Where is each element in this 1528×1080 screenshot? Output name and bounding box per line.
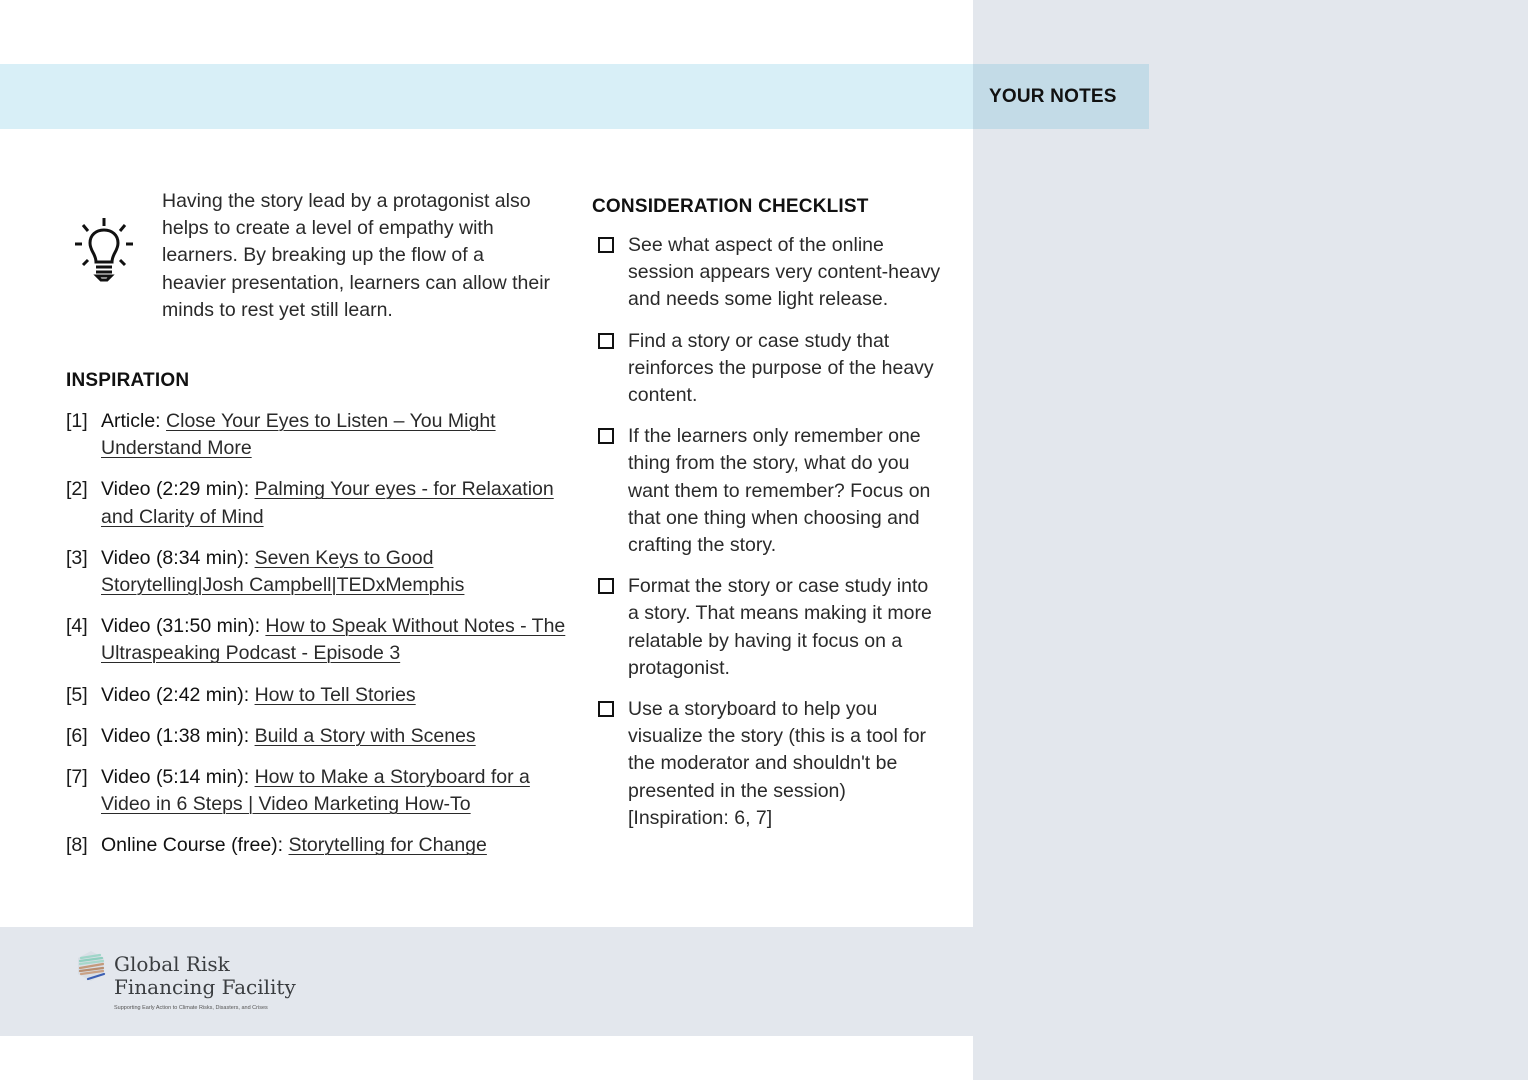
item-number: [4]: [66, 615, 88, 638]
item-number: [8]: [66, 834, 88, 857]
checkbox[interactable]: [598, 332, 614, 349]
checklist-item: Find a story or case study that reinforc…: [598, 328, 943, 410]
checklist-title: CONSIDERATION CHECKLIST: [592, 196, 869, 217]
inspiration-title: INSPIRATION: [66, 370, 190, 391]
consideration-checklist: See what aspect of the online session ap…: [598, 232, 943, 832]
checklist-item-text: Find a story or case study that reinforc…: [628, 329, 934, 407]
inspiration-item: [6] Video (1:38 min): Build a Story with…: [66, 723, 566, 750]
item-label: Video (5:14 min):: [101, 766, 250, 789]
lightbulb-icon: [75, 218, 133, 282]
logo-line-1: Global Risk: [114, 952, 230, 976]
inspiration-item: [7] Video (5:14 min): How to Make a Stor…: [66, 764, 566, 818]
inspiration-item: [2] Video (2:29 min): Palming Your eyes …: [66, 476, 566, 530]
item-label: Video (1:38 min):: [101, 724, 250, 747]
intro-text: Having the story lead by a protagonist a…: [162, 190, 551, 321]
your-notes-title: YOUR NOTES: [989, 85, 1117, 107]
checklist-item-text: Format the story or case study into a st…: [628, 575, 932, 679]
item-number: [1]: [66, 410, 88, 432]
checklist-item-text: Use a storyboard to help you visualize t…: [628, 698, 927, 829]
checklist-item: Use a storyboard to help you visualize t…: [598, 696, 943, 832]
grff-logo-icon: [78, 951, 106, 981]
item-label: Video (31:50 min):: [101, 615, 260, 638]
item-label: Video (8:34 min):: [101, 546, 250, 569]
inspiration-link[interactable]: Close Your Eyes to Listen – You Might Un…: [101, 410, 496, 459]
checkbox[interactable]: [598, 237, 614, 253]
logo-line-2: Financing Facility: [114, 975, 296, 999]
item-label: Video (2:29 min):: [101, 478, 250, 501]
item-number: [2]: [66, 478, 88, 501]
item-number: [6]: [66, 724, 88, 747]
logo-tagline: Supporting Early Action to Climate Risks…: [114, 1005, 268, 1011]
your-notes-tab: YOUR NOTES: [973, 64, 1149, 129]
checkbox[interactable]: [598, 578, 614, 595]
checklist-item: See what aspect of the online session ap…: [598, 232, 943, 314]
item-label: Article:: [101, 410, 161, 432]
inspiration-list: [1] Article: Close Your Eyes to Listen –…: [66, 408, 566, 860]
inspiration-link[interactable]: Build a Story with Scenes: [255, 725, 476, 747]
header-band: [0, 64, 973, 129]
checklist-item: Format the story or case study into a st…: [598, 573, 943, 682]
checklist-item-text: See what aspect of the online session ap…: [628, 234, 941, 311]
item-label: Online Course (free):: [101, 834, 284, 857]
checkbox[interactable]: [598, 428, 614, 445]
checklist-item-text: If the learners only remember one thing …: [628, 425, 931, 557]
inspiration-item: [3] Video (8:34 min): Seven Keys to Good…: [66, 545, 566, 599]
inspiration-item: [5] Video (2:42 min): How to Tell Storie…: [66, 682, 566, 709]
checklist-item: If the learners only remember one thing …: [598, 423, 943, 559]
inspiration-item: [8] Online Course (free): Storytelling f…: [66, 832, 566, 859]
grff-logo-text: Global Risk Financing Facility: [114, 953, 296, 999]
notes-panel[interactable]: [973, 0, 1528, 1080]
item-label: Video (2:42 min):: [101, 683, 250, 706]
inspiration-link[interactable]: How to Tell Stories: [255, 684, 416, 706]
item-number: [7]: [66, 766, 88, 789]
inspiration-item: [4] Video (31:50 min): How to Speak With…: [66, 613, 566, 667]
checkbox[interactable]: [598, 701, 614, 718]
item-number: [3]: [66, 546, 88, 569]
inspiration-item: [1] Article: Close Your Eyes to Listen –…: [66, 408, 566, 462]
item-number: [5]: [66, 683, 88, 706]
inspiration-link[interactable]: Storytelling for Change: [289, 834, 487, 856]
